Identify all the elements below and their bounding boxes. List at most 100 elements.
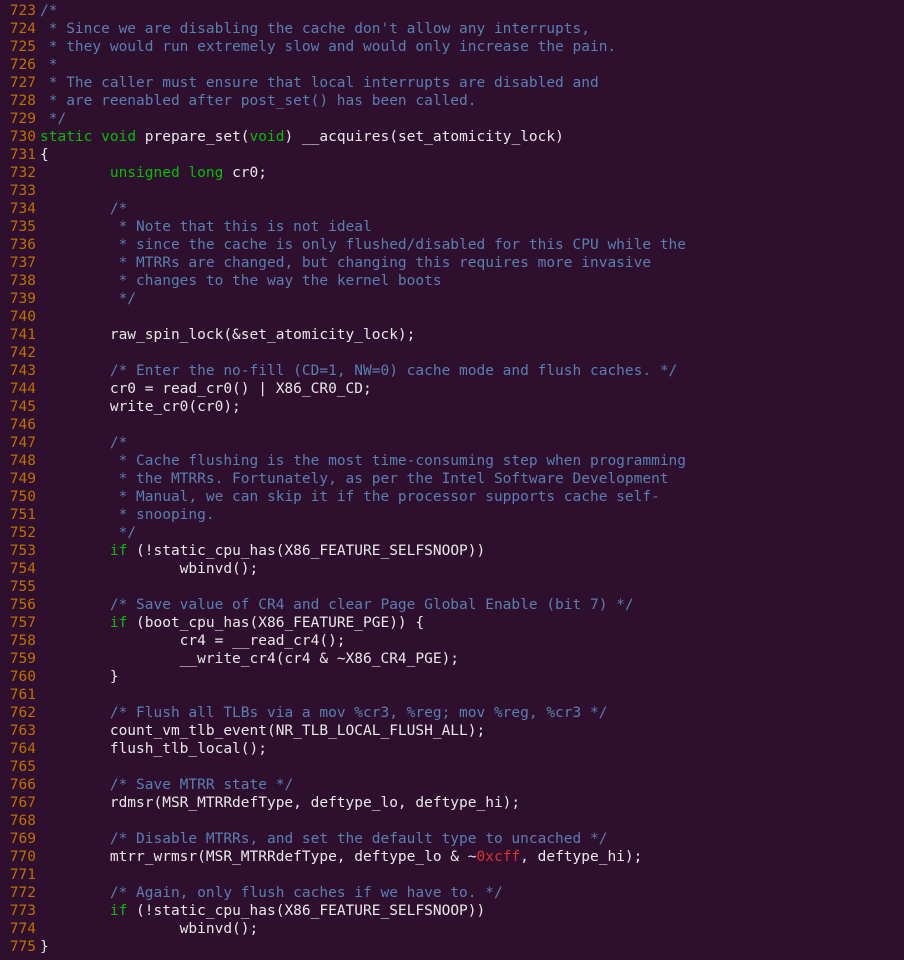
code-line: 768 xyxy=(0,812,904,830)
line-number: 768 xyxy=(0,812,36,830)
line-number: 736 xyxy=(0,236,36,254)
code-line: 725 * they would run extremely slow and … xyxy=(0,38,904,56)
code-line: 769 /* Disable MTRRs, and set the defaul… xyxy=(0,830,904,848)
line-number: 742 xyxy=(0,344,36,362)
line-number: 747 xyxy=(0,434,36,452)
code-line: 775} xyxy=(0,938,904,956)
code-line: 758 cr4 = __read_cr4(); xyxy=(0,632,904,650)
line-number: 731 xyxy=(0,146,36,164)
line-source: } xyxy=(40,668,904,686)
line-number: 751 xyxy=(0,506,36,524)
line-source: * Manual, we can skip it if the processo… xyxy=(40,488,904,506)
line-source: * Since we are disabling the cache don't… xyxy=(40,20,904,38)
code-line: 763 count_vm_tlb_event(NR_TLB_LOCAL_FLUS… xyxy=(0,722,904,740)
line-number: 762 xyxy=(0,704,36,722)
line-number: 752 xyxy=(0,524,36,542)
line-number: 757 xyxy=(0,614,36,632)
line-source: flush_tlb_local(); xyxy=(40,740,904,758)
line-number: 723 xyxy=(0,2,36,20)
line-number: 738 xyxy=(0,272,36,290)
line-number: 760 xyxy=(0,668,36,686)
line-number: 733 xyxy=(0,182,36,200)
line-source xyxy=(40,182,904,200)
code-line: 762 /* Flush all TLBs via a mov %cr3, %r… xyxy=(0,704,904,722)
line-number: 773 xyxy=(0,902,36,920)
code-line: 757 if (boot_cpu_has(X86_FEATURE_PGE)) { xyxy=(0,614,904,632)
line-source xyxy=(40,758,904,776)
code-line: 739 */ xyxy=(0,290,904,308)
code-line: 767 rdmsr(MSR_MTRRdefType, deftype_lo, d… xyxy=(0,794,904,812)
line-number: 725 xyxy=(0,38,36,56)
code-line: 748 * Cache flushing is the most time-co… xyxy=(0,452,904,470)
line-source: /* Enter the no-fill (CD=1, NW=0) cache … xyxy=(40,362,904,380)
code-line: 733 xyxy=(0,182,904,200)
line-number: 753 xyxy=(0,542,36,560)
code-line: 760 } xyxy=(0,668,904,686)
code-line: 729 */ xyxy=(0,110,904,128)
code-line: 741 raw_spin_lock(&set_atomicity_lock); xyxy=(0,326,904,344)
line-source: unsigned long cr0; xyxy=(40,164,904,182)
line-number: 763 xyxy=(0,722,36,740)
line-source xyxy=(40,686,904,704)
code-line: 766 /* Save MTRR state */ xyxy=(0,776,904,794)
line-number: 739 xyxy=(0,290,36,308)
line-source xyxy=(40,344,904,362)
code-line: 770 mtrr_wrmsr(MSR_MTRRdefType, deftype_… xyxy=(0,848,904,866)
code-line: 771 xyxy=(0,866,904,884)
line-number: 758 xyxy=(0,632,36,650)
line-source: /* xyxy=(40,200,904,218)
line-number: 741 xyxy=(0,326,36,344)
code-line: 734 /* xyxy=(0,200,904,218)
line-source xyxy=(40,812,904,830)
line-source: wbinvd(); xyxy=(40,560,904,578)
code-listing: 723/*724 * Since we are disabling the ca… xyxy=(0,0,904,958)
line-source: /* Save value of CR4 and clear Page Glob… xyxy=(40,596,904,614)
line-source: cr4 = __read_cr4(); xyxy=(40,632,904,650)
line-source: /* Flush all TLBs via a mov %cr3, %reg; … xyxy=(40,704,904,722)
code-line: 750 * Manual, we can skip it if the proc… xyxy=(0,488,904,506)
code-line: 723/* xyxy=(0,2,904,20)
code-line: 751 * snooping. xyxy=(0,506,904,524)
code-line: 735 * Note that this is not ideal xyxy=(0,218,904,236)
line-source: } xyxy=(40,938,904,956)
line-number: 730 xyxy=(0,128,36,146)
line-number: 724 xyxy=(0,20,36,38)
code-line: 747 /* xyxy=(0,434,904,452)
line-source xyxy=(40,866,904,884)
line-source: * the MTRRs. Fortunately, as per the Int… xyxy=(40,470,904,488)
line-number: 734 xyxy=(0,200,36,218)
line-source xyxy=(40,308,904,326)
line-source: * The caller must ensure that local inte… xyxy=(40,74,904,92)
line-number: 740 xyxy=(0,308,36,326)
line-source: cr0 = read_cr0() | X86_CR0_CD; xyxy=(40,380,904,398)
line-number: 732 xyxy=(0,164,36,182)
line-source: * since the cache is only flushed/disabl… xyxy=(40,236,904,254)
line-source xyxy=(40,578,904,596)
line-source: * snooping. xyxy=(40,506,904,524)
code-line: 754 wbinvd(); xyxy=(0,560,904,578)
line-number: 756 xyxy=(0,596,36,614)
line-number: 726 xyxy=(0,56,36,74)
line-source: { xyxy=(40,146,904,164)
line-number: 774 xyxy=(0,920,36,938)
line-number: 728 xyxy=(0,92,36,110)
line-source: */ xyxy=(40,524,904,542)
line-source: if (!static_cpu_has(X86_FEATURE_SELFSNOO… xyxy=(40,542,904,560)
line-number: 767 xyxy=(0,794,36,812)
code-line: 726 * xyxy=(0,56,904,74)
line-source: * Cache flushing is the most time-consum… xyxy=(40,452,904,470)
line-number: 759 xyxy=(0,650,36,668)
code-line: 727 * The caller must ensure that local … xyxy=(0,74,904,92)
line-number: 766 xyxy=(0,776,36,794)
line-number: 754 xyxy=(0,560,36,578)
line-number: 770 xyxy=(0,848,36,866)
code-line: 728 * are reenabled after post_set() has… xyxy=(0,92,904,110)
line-source: * are reenabled after post_set() has bee… xyxy=(40,92,904,110)
line-source: mtrr_wrmsr(MSR_MTRRdefType, deftype_lo &… xyxy=(40,848,904,866)
line-source: /* xyxy=(40,2,904,20)
code-line: 745 write_cr0(cr0); xyxy=(0,398,904,416)
code-line: 731{ xyxy=(0,146,904,164)
code-line: 743 /* Enter the no-fill (CD=1, NW=0) ca… xyxy=(0,362,904,380)
code-line: 737 * MTRRs are changed, but changing th… xyxy=(0,254,904,272)
code-line: 742 xyxy=(0,344,904,362)
